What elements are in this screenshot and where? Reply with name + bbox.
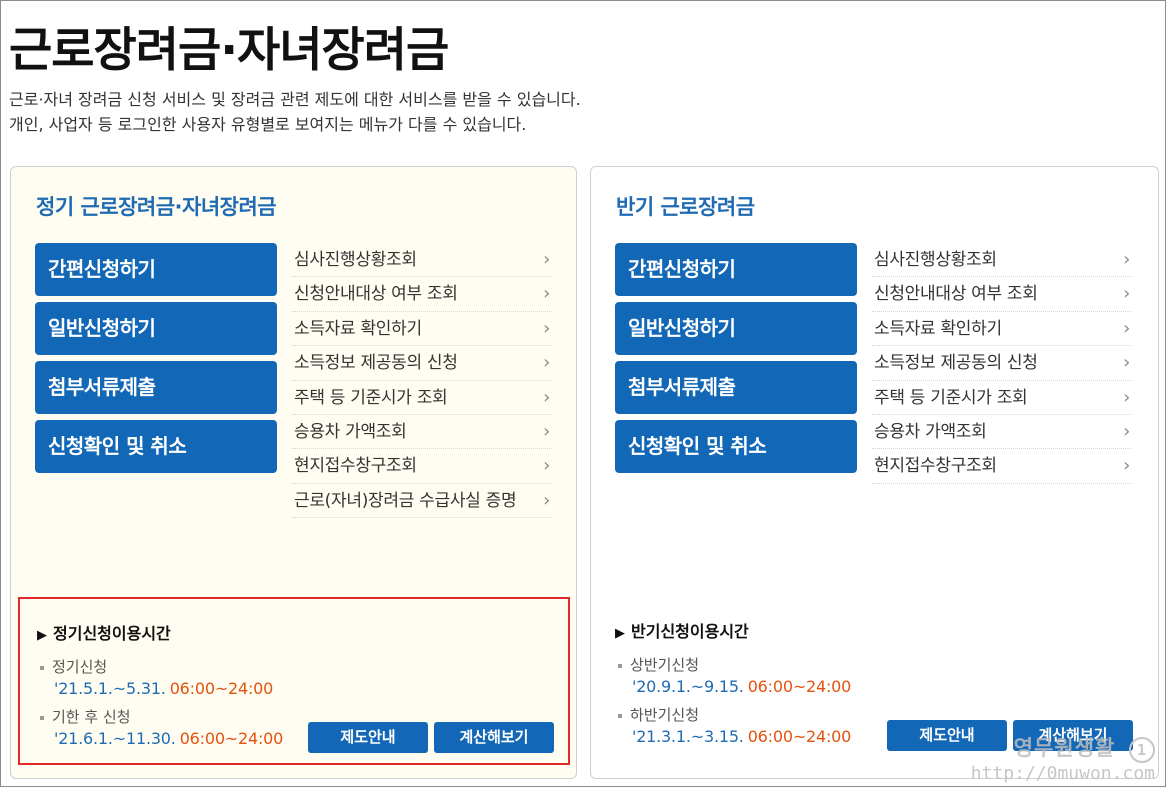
period-value: '21.6.1.~11.30. 06:00~24:00 <box>54 729 284 748</box>
chevron-right-icon: › <box>1123 249 1130 270</box>
system-info-button[interactable]: 제도안내 <box>308 722 428 753</box>
link-income-consent[interactable]: 소득정보 제공동의 신청 › <box>292 346 552 381</box>
link-eligibility-check[interactable]: 신청안내대상 여부 조회 › <box>872 277 1132 312</box>
chevron-right-icon: › <box>1123 352 1130 374</box>
simple-apply-button[interactable]: 간편신청하기 <box>615 243 857 296</box>
link-income-consent[interactable]: 소득정보 제공동의 신청 › <box>872 346 1132 381</box>
service-link-list: 심사진행상황조회 › 신청안내대상 여부 조회 › 소득자료 확인하기 › 소득정보 … <box>292 243 552 519</box>
link-car-value[interactable]: 승용차 가액조회 › <box>872 415 1132 450</box>
primary-button-group: 간편신청하기 일반신청하기 첨부서류제출 신청확인 및 취소 <box>35 243 277 479</box>
service-hours-box: ▶ 정기신청이용시간 정기신청 '21.5.1.~5.31. 06:00~24:00… <box>18 597 570 765</box>
service-hours-title: ▶ 정기신청이용시간 <box>37 624 171 643</box>
service-link-list: 심사진행상황조회 › 신청안내대상 여부 조회 › 소득자료 확인하기 › 소득정보 … <box>872 243 1132 484</box>
panel-title: 반기 근로장려금 <box>616 195 755 219</box>
watermark-name: 영무원생활 1 <box>971 732 1155 763</box>
chevron-right-icon: › <box>1123 317 1130 339</box>
watermark: 영무원생활 1 http://0muwon.com <box>971 732 1155 784</box>
semiannual-incentive-panel: 반기 근로장려금 간편신청하기 일반신청하기 첨부서류제출 신청확인 및 취소 … <box>590 166 1159 779</box>
link-local-office[interactable]: 현지접수창구조회 › <box>292 449 552 484</box>
confirm-cancel-button[interactable]: 신청확인 및 취소 <box>35 420 277 473</box>
watermark-badge-icon: 1 <box>1129 737 1155 763</box>
regular-incentive-panel: 정기 근로장려금·자녀장려금 간편신청하기 일반신청하기 첨부서류제출 신청확인… <box>10 166 577 779</box>
link-review-status[interactable]: 심사진행상황조회 › <box>292 243 552 278</box>
chevron-right-icon: › <box>543 420 550 442</box>
period-label: 하반기신청 <box>618 704 699 725</box>
period-label: 정기신청 <box>40 656 107 677</box>
link-car-value[interactable]: 승용차 가액조회 › <box>292 415 552 450</box>
chevron-right-icon: › <box>1123 386 1130 408</box>
chevron-right-icon: › <box>543 352 550 374</box>
chevron-right-icon: › <box>1123 283 1130 305</box>
primary-button-group: 간편신청하기 일반신청하기 첨부서류제출 신청확인 및 취소 <box>615 243 857 479</box>
link-local-office[interactable]: 현지접수창구조회 › <box>872 449 1132 484</box>
period-value: '21.5.1.~5.31. 06:00~24:00 <box>54 679 274 698</box>
chevron-right-icon: › <box>1123 455 1130 477</box>
page-title: 근로장려금·자녀장려금 <box>9 23 449 78</box>
watermark-url: http://0muwon.com <box>970 763 1155 784</box>
triangle-right-icon: ▶ <box>37 628 47 643</box>
triangle-right-icon: ▶ <box>615 626 625 641</box>
description-line-2: 개인, 사업자 등 로그인한 사용자 유형별로 보여지는 메뉴가 다를 수 있습… <box>9 115 527 134</box>
period-label: 상반기신청 <box>618 654 699 675</box>
period-value: '21.3.1.~3.15. 06:00~24:00 <box>632 727 852 746</box>
description-line-1: 근로·자녀 장려금 신청 서비스 및 장려금 관련 제도에 대한 서비스를 받을… <box>9 90 581 109</box>
link-income-data[interactable]: 소득자료 확인하기 › <box>872 312 1132 347</box>
simple-apply-button[interactable]: 간편신청하기 <box>35 243 277 296</box>
chevron-right-icon: › <box>543 283 550 305</box>
period-value: '20.9.1.~9.15. 06:00~24:00 <box>632 677 852 696</box>
bullet-square-icon <box>618 663 622 668</box>
link-eligibility-check[interactable]: 신청안내대상 여부 조회 › <box>292 277 552 312</box>
link-income-data[interactable]: 소득자료 확인하기 › <box>292 312 552 347</box>
general-apply-button[interactable]: 일반신청하기 <box>615 302 857 355</box>
general-apply-button[interactable]: 일반신청하기 <box>35 302 277 355</box>
submit-documents-button[interactable]: 첨부서류제출 <box>615 361 857 414</box>
link-housing-price[interactable]: 주택 등 기준시가 조회 › <box>292 381 552 415</box>
panel-title: 정기 근로장려금·자녀장려금 <box>36 195 277 219</box>
chevron-right-icon: › <box>543 455 550 477</box>
chevron-right-icon: › <box>1123 420 1130 442</box>
link-review-status[interactable]: 심사진행상황조회 › <box>872 243 1132 278</box>
link-receipt-certificate[interactable]: 근로(자녀)장려금 수급사실 증명 › <box>292 484 552 519</box>
bullet-square-icon <box>40 715 44 720</box>
chevron-right-icon: › <box>543 489 550 511</box>
chevron-right-icon: › <box>543 317 550 339</box>
bullet-square-icon <box>40 665 44 670</box>
service-hours-title: ▶ 반기신청이용시간 <box>615 622 749 641</box>
confirm-cancel-button[interactable]: 신청확인 및 취소 <box>615 420 857 473</box>
page-description: 근로·자녀 장려금 신청 서비스 및 장려금 관련 제도에 대한 서비스를 받을… <box>9 87 581 137</box>
period-label: 기한 후 신청 <box>40 706 131 727</box>
submit-documents-button[interactable]: 첨부서류제출 <box>35 361 277 414</box>
page-frame: 근로장려금·자녀장려금 근로·자녀 장려금 신청 서비스 및 장려금 관련 제도… <box>0 0 1166 787</box>
calculate-button[interactable]: 계산해보기 <box>434 722 554 753</box>
chevron-right-icon: › <box>543 249 550 270</box>
link-housing-price[interactable]: 주택 등 기준시가 조회 › <box>872 381 1132 415</box>
bullet-square-icon <box>618 713 622 718</box>
chevron-right-icon: › <box>543 386 550 408</box>
